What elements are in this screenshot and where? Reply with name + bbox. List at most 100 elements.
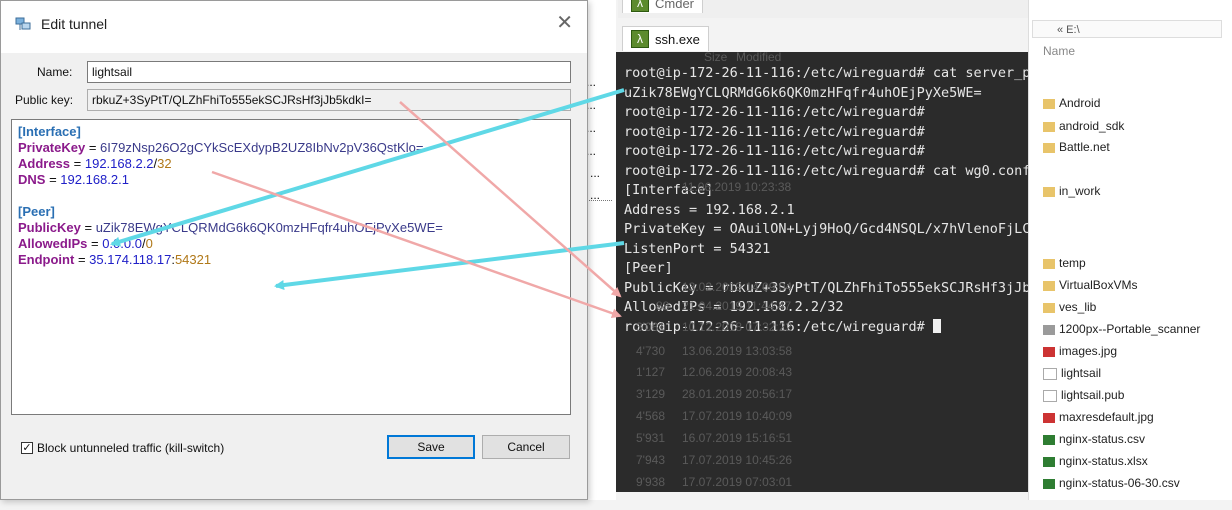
tab-label: Cmder [655,0,695,11]
ghost-size: 5'931 [636,431,665,445]
file-item[interactable]: lightsail.pub [1043,388,1124,402]
file-item[interactable]: temp [1043,256,1086,270]
cancel-button[interactable]: Cancel [482,435,570,459]
ghost-date: 13.06.2019 13:03:58 [682,344,793,358]
config-key: Endpoint [18,252,75,267]
ghost-date: 28.01.2019 20:56:17 [682,387,793,401]
config-key: PublicKey [18,220,81,235]
config-value: 0.0.0.0 [102,236,142,251]
save-button[interactable]: Save [387,435,475,459]
killswitch-checkbox[interactable]: ✓ [21,442,33,454]
terminal-line: uZik78EWgYCLQRMdG6k6QK0mzHFqfr4uhOEjPyXe… [624,84,982,101]
file-name: nginx-status.csv [1059,432,1146,446]
ghost-date: 17.07.2019 10:40:09 [682,409,793,423]
folder-icon [1043,280,1055,291]
config-line: PrivateKey = 6I79zNsp26O2gCYkScEXdypB2UZ… [18,140,424,155]
file-item[interactable]: 1200px--Portable_scanner [1043,322,1200,336]
close-icon[interactable]: ✕ [556,13,573,33]
explorer-file-list[interactable]: Name Android android_sdk Battle.net in_w… [1028,0,1232,500]
killswitch-label: Block untunneled traffic (kill-switch) [37,441,225,455]
folder-icon [1043,98,1055,109]
lambda-icon: λ [631,30,649,48]
interface-section-header: [Interface] [18,124,81,139]
file-item[interactable]: in_work [1043,184,1100,198]
edit-tunnel-dialog: Edit tunnel ✕ Name: lightsail Public key… [0,0,588,500]
ghost-size: 7'943 [636,453,665,467]
file-item[interactable]: android_sdk [1043,119,1124,133]
ghost-date: 12.06.2019 20:08:43 [682,365,793,379]
config-line: Endpoint = 35.174.118.17:54321 [18,252,212,267]
config-line: DNS = 192.168.2.1 [18,172,129,187]
terminal-cursor [932,318,941,333]
folder-icon [1043,186,1055,197]
file-name: VirtualBoxVMs [1059,278,1138,292]
terminal-line: root@ip-172-26-11-116:/etc/wireguard# [624,123,925,140]
config-value: 192.168.2.2 [84,156,154,171]
file-name: nginx-status.xlsx [1059,454,1148,468]
lambda-icon: λ [631,0,649,12]
config-key: Address [18,156,71,171]
file-name: lightsail.pub [1061,388,1125,402]
tab-label: ssh.exe [655,31,700,47]
file-name: in_work [1059,184,1101,198]
terminal-line: root@ip-172-26-11-116:/etc/wireguard# ca… [624,162,1028,179]
config-editor[interactable]: [Interface] PrivateKey = 6I79zNsp26O2gCY… [11,119,571,415]
ghost-date: 16.07.2019 15:16:51 [682,431,793,445]
config-line: Address = 192.168.2.2/32 [18,156,172,171]
ghost-size: 3'081 [636,320,665,334]
file-name: android_sdk [1059,119,1125,133]
folder-icon [1043,142,1055,153]
file-item[interactable]: VirtualBoxVMs [1043,278,1137,292]
ghost-size: 88 [656,299,670,313]
terminal-prompt-line: root@ip-172-26-11-116:/etc/wireguard# [616,318,1028,338]
terminal-line: [Peer] [624,260,673,276]
file-name: images.jpg [1059,344,1118,358]
file-icon [1043,324,1055,335]
explorer-location-bar[interactable]: « E:\ [1032,20,1222,38]
file-item[interactable]: nginx-status.xlsx [1043,454,1148,468]
file-item[interactable]: Android [1043,96,1100,110]
file-name: maxresdefault.jpg [1059,410,1154,424]
public-key-field[interactable]: rbkuZ+3SyPtT/QLZhFhiTo555ekSCJRsHf3jJb5k… [87,89,571,111]
file-item[interactable]: maxresdefault.jpg [1043,410,1154,424]
terminal-line: root@ip-172-26-11-116:/etc/wireguard# ca… [624,65,1028,81]
tab-ssh[interactable]: λ ssh.exe [622,26,709,51]
folder-icon [1043,302,1055,313]
csv-file-icon [1043,478,1055,489]
ghost-date: 17.07.2019 10:45:26 [682,453,793,467]
network-icon [15,17,31,30]
dialog-titlebar[interactable]: Edit tunnel ✕ [1,1,587,53]
config-value: 6I79zNsp26O2gCYkScEXdypB2UZ8IbNv2pV36Qst… [100,140,424,155]
file-item[interactable]: nginx-status.csv [1043,432,1145,446]
config-value: uZik78EWgYCLQRMdG6k6QK0mzHFqfr4uhOEjPyXe… [95,220,443,235]
file-item[interactable]: ves_lib [1043,300,1096,314]
killswitch-checkbox-row[interactable]: ✓ Block untunneled traffic (kill-switch) [21,441,224,455]
ghost-date: 21.04.2019 11:44:47 [682,299,792,313]
ghost-header: Size [704,52,728,64]
ghost-date: 13.02.2019 14:09:04 [682,280,793,294]
file-item[interactable]: images.jpg [1043,344,1117,358]
folder-icon [1043,121,1055,132]
file-icon [1043,389,1057,402]
file-item[interactable]: Battle.net [1043,140,1110,154]
name-field[interactable]: lightsail [87,61,571,83]
ghost-size: 3'129 [636,387,665,401]
terminal-line: PrivateKey = OAuilON+Lyj9HoQ/Gcd4NSQL/x7… [624,221,1028,237]
config-line: [Peer] [18,204,564,220]
terminal-line: root@ip-172-26-11-116:/etc/wireguard# [624,104,925,120]
dialog-title: Edit tunnel [41,16,108,32]
config-line: AllowedIPs = 0.0.0.0/0 [18,236,153,251]
name-label: Name: [37,65,73,79]
config-value: 54321 [174,252,212,267]
ghost-date: 11.06.2019 10:23:38 [682,180,792,194]
file-name: temp [1059,256,1086,270]
file-name: ves_lib [1059,300,1097,314]
ghost-size: 9'938 [636,475,665,489]
file-name: Android [1059,96,1101,110]
terminal-console[interactable]: root@ip-172-26-11-116:/etc/wireguard# ca… [616,52,1028,492]
file-list-header: Name [1043,44,1076,58]
tab-cmder[interactable]: λ Cmder [622,0,704,13]
file-item[interactable]: lightsail [1043,366,1101,380]
file-item[interactable]: nginx-status-06-30.csv [1043,476,1180,490]
public-key-label: Public key: [15,93,74,107]
